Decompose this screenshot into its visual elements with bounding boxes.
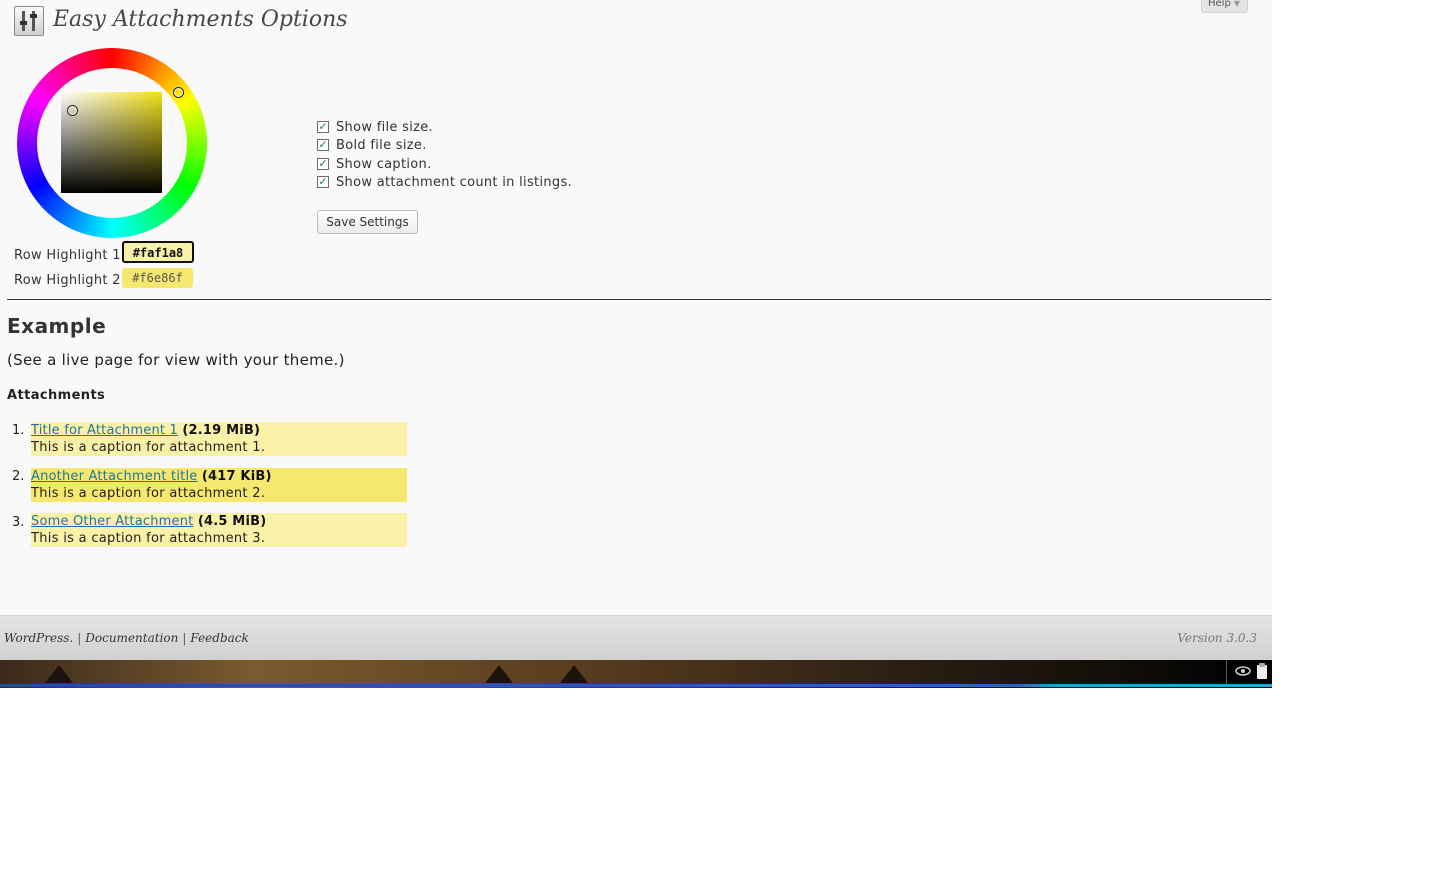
taskbar-edge [0, 684, 1272, 687]
row-highlight-1-input[interactable]: #faf1a8 [122, 241, 194, 263]
attachment-item: Title for Attachment 1 (2.19 MiB) This i… [31, 422, 407, 456]
attachment-size: (2.19 MiB) [182, 423, 261, 438]
attachment-item: Another Attachment title (417 KiB) This … [31, 468, 407, 502]
help-label: Help [1208, 0, 1231, 9]
example-subtitle: (See a live page for view with your them… [7, 351, 345, 369]
attachment-caption: This is a caption for attachment 2. [31, 486, 266, 501]
divider [7, 299, 1271, 300]
footer-links: WordPress. | Documentation | Feedback [4, 631, 249, 645]
page-title: Easy Attachments Options [53, 7, 348, 32]
attachment-link[interactable]: Some Other Attachment [31, 514, 193, 529]
footer-separator: | [77, 631, 82, 645]
version-text: Version 3.0.3 [1177, 631, 1257, 645]
checkbox-checked-icon[interactable]: ✓ [317, 176, 329, 188]
checkbox-checked-icon[interactable]: ✓ [317, 139, 329, 151]
row-highlight-1-label: Row Highlight 1: [14, 248, 126, 263]
documentation-link[interactable]: Documentation [85, 631, 178, 645]
list-item-number: 2. [12, 469, 25, 484]
attachment-caption: This is a caption for attachment 3. [31, 531, 266, 546]
saturation-marker-handle[interactable] [67, 105, 78, 116]
eye-icon[interactable] [1235, 665, 1251, 677]
row-highlight-2-input[interactable]: #f6e86f [122, 268, 193, 288]
admin-page: Easy Attachments Options Help ▼ Row Highl… [0, 0, 1272, 688]
footer-separator: | [182, 631, 187, 645]
tree-silhouette [485, 665, 513, 683]
list-item-number: 1. [12, 423, 25, 438]
settings-icon [14, 6, 44, 36]
system-tray [1226, 660, 1272, 684]
footer: WordPress. | Documentation | Feedback Versio… [0, 615, 1272, 661]
hue-marker-handle[interactable] [173, 87, 184, 98]
attachments-heading: Attachments [7, 388, 106, 403]
row-highlight-2-label: Row Highlight 2: [14, 273, 126, 288]
option-label: Show caption. [336, 157, 432, 172]
tree-silhouette [45, 665, 73, 683]
clipboard-icon[interactable] [1255, 662, 1269, 680]
example-heading: Example [7, 314, 107, 338]
attachment-caption: This is a caption for attachment 1. [31, 440, 266, 455]
attachment-size: (417 KiB) [201, 469, 272, 484]
attachment-link[interactable]: Title for Attachment 1 [31, 423, 178, 438]
save-settings-button[interactable]: Save Settings [317, 210, 418, 234]
tree-silhouette [560, 665, 588, 683]
option-label: Bold file size. [336, 138, 427, 153]
attachment-size: (4.5 MiB) [197, 514, 267, 529]
wordpress-link[interactable]: WordPress. [4, 631, 73, 645]
option-label: Show attachment count in listings. [336, 175, 572, 190]
checkbox-checked-icon[interactable]: ✓ [317, 121, 329, 133]
feedback-link[interactable]: Feedback [190, 631, 248, 645]
attachment-link[interactable]: Another Attachment title [31, 469, 197, 484]
attachment-item: Some Other Attachment (4.5 MiB) This is … [31, 513, 407, 547]
help-tab[interactable]: Help ▼ [1201, 0, 1248, 13]
list-item-number: 3. [12, 515, 25, 530]
checkbox-checked-icon[interactable]: ✓ [317, 158, 329, 170]
chevron-down-icon: ▼ [1233, 0, 1240, 8]
option-label: Show file size. [336, 120, 433, 135]
